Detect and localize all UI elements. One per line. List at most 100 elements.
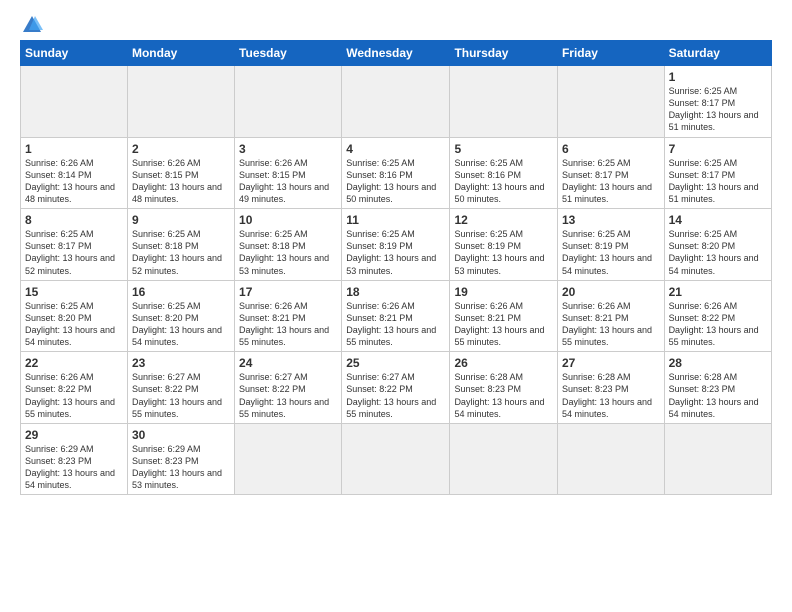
day-info: Sunrise: 6:25 AMSunset: 8:20 PMDaylight:…	[132, 300, 230, 349]
day-number: 10	[239, 213, 337, 227]
day-number: 6	[562, 142, 660, 156]
day-number: 29	[25, 428, 123, 442]
calendar-day-cell	[235, 423, 342, 495]
day-info: Sunrise: 6:26 AMSunset: 8:21 PMDaylight:…	[562, 300, 660, 349]
page: SundayMondayTuesdayWednesdayThursdayFrid…	[0, 0, 792, 612]
day-info: Sunrise: 6:26 AMSunset: 8:14 PMDaylight:…	[25, 157, 123, 206]
calendar-day-cell	[557, 66, 664, 138]
calendar-day-cell	[235, 66, 342, 138]
day-info: Sunrise: 6:28 AMSunset: 8:23 PMDaylight:…	[454, 371, 553, 420]
day-number: 20	[562, 285, 660, 299]
day-info: Sunrise: 6:27 AMSunset: 8:22 PMDaylight:…	[132, 371, 230, 420]
calendar-day-cell: 2Sunrise: 6:26 AMSunset: 8:15 PMDaylight…	[127, 137, 234, 209]
calendar-day-cell: 16Sunrise: 6:25 AMSunset: 8:20 PMDayligh…	[127, 280, 234, 352]
day-info: Sunrise: 6:25 AMSunset: 8:18 PMDaylight:…	[132, 228, 230, 277]
calendar-day-cell: 26Sunrise: 6:28 AMSunset: 8:23 PMDayligh…	[450, 352, 558, 424]
calendar-day-cell: 8Sunrise: 6:25 AMSunset: 8:17 PMDaylight…	[21, 209, 128, 281]
calendar-day-cell: 11Sunrise: 6:25 AMSunset: 8:19 PMDayligh…	[342, 209, 450, 281]
calendar-day-cell: 17Sunrise: 6:26 AMSunset: 8:21 PMDayligh…	[235, 280, 342, 352]
calendar-week-row: 29Sunrise: 6:29 AMSunset: 8:23 PMDayligh…	[21, 423, 772, 495]
day-info: Sunrise: 6:26 AMSunset: 8:22 PMDaylight:…	[25, 371, 123, 420]
calendar: SundayMondayTuesdayWednesdayThursdayFrid…	[20, 40, 772, 495]
day-info: Sunrise: 6:28 AMSunset: 8:23 PMDaylight:…	[562, 371, 660, 420]
calendar-day-cell	[450, 66, 558, 138]
calendar-header-saturday: Saturday	[664, 41, 771, 66]
calendar-day-cell: 15Sunrise: 6:25 AMSunset: 8:20 PMDayligh…	[21, 280, 128, 352]
calendar-day-cell	[342, 66, 450, 138]
day-info: Sunrise: 6:25 AMSunset: 8:16 PMDaylight:…	[454, 157, 553, 206]
day-number: 14	[669, 213, 767, 227]
day-info: Sunrise: 6:26 AMSunset: 8:21 PMDaylight:…	[346, 300, 445, 349]
day-info: Sunrise: 6:25 AMSunset: 8:18 PMDaylight:…	[239, 228, 337, 277]
logo	[20, 16, 43, 30]
calendar-day-cell: 21Sunrise: 6:26 AMSunset: 8:22 PMDayligh…	[664, 280, 771, 352]
day-info: Sunrise: 6:26 AMSunset: 8:15 PMDaylight:…	[132, 157, 230, 206]
calendar-day-cell: 27Sunrise: 6:28 AMSunset: 8:23 PMDayligh…	[557, 352, 664, 424]
day-number: 15	[25, 285, 123, 299]
calendar-header-sunday: Sunday	[21, 41, 128, 66]
day-number: 13	[562, 213, 660, 227]
day-number: 2	[132, 142, 230, 156]
day-info: Sunrise: 6:25 AMSunset: 8:19 PMDaylight:…	[346, 228, 445, 277]
day-info: Sunrise: 6:25 AMSunset: 8:17 PMDaylight:…	[562, 157, 660, 206]
calendar-header-tuesday: Tuesday	[235, 41, 342, 66]
day-number: 16	[132, 285, 230, 299]
day-info: Sunrise: 6:25 AMSunset: 8:19 PMDaylight:…	[562, 228, 660, 277]
calendar-day-cell	[450, 423, 558, 495]
calendar-day-cell: 24Sunrise: 6:27 AMSunset: 8:22 PMDayligh…	[235, 352, 342, 424]
day-number: 24	[239, 356, 337, 370]
calendar-day-cell: 28Sunrise: 6:28 AMSunset: 8:23 PMDayligh…	[664, 352, 771, 424]
day-number: 8	[25, 213, 123, 227]
calendar-day-cell	[664, 423, 771, 495]
day-info: Sunrise: 6:27 AMSunset: 8:22 PMDaylight:…	[239, 371, 337, 420]
day-info: Sunrise: 6:25 AMSunset: 8:17 PMDaylight:…	[25, 228, 123, 277]
calendar-day-cell: 1Sunrise: 6:26 AMSunset: 8:14 PMDaylight…	[21, 137, 128, 209]
calendar-day-cell: 5Sunrise: 6:25 AMSunset: 8:16 PMDaylight…	[450, 137, 558, 209]
calendar-day-cell	[342, 423, 450, 495]
day-info: Sunrise: 6:29 AMSunset: 8:23 PMDaylight:…	[25, 443, 123, 492]
day-info: Sunrise: 6:25 AMSunset: 8:17 PMDaylight:…	[669, 85, 767, 134]
calendar-header-row: SundayMondayTuesdayWednesdayThursdayFrid…	[21, 41, 772, 66]
day-info: Sunrise: 6:25 AMSunset: 8:17 PMDaylight:…	[669, 157, 767, 206]
day-info: Sunrise: 6:27 AMSunset: 8:22 PMDaylight:…	[346, 371, 445, 420]
calendar-day-cell: 23Sunrise: 6:27 AMSunset: 8:22 PMDayligh…	[127, 352, 234, 424]
calendar-week-row: 15 Sunrise: 6:25 AMSunset: 8:20 PMDayligh…	[21, 280, 772, 352]
day-number: 11	[346, 213, 445, 227]
calendar-week-row: 22Sunrise: 6:26 AMSunset: 8:22 PMDayligh…	[21, 352, 772, 424]
header	[20, 16, 772, 30]
day-info: Sunrise: 6:28 AMSunset: 8:23 PMDaylight:…	[669, 371, 767, 420]
calendar-day-cell: 1Sunrise: 6:25 AMSunset: 8:17 PMDaylight…	[664, 66, 771, 138]
day-info: Sunrise: 6:26 AMSunset: 8:15 PMDaylight:…	[239, 157, 337, 206]
day-number: 23	[132, 356, 230, 370]
day-number: 30	[132, 428, 230, 442]
calendar-day-cell	[21, 66, 128, 138]
day-info: Sunrise: 6:26 AMSunset: 8:21 PMDaylight:…	[239, 300, 337, 349]
calendar-day-cell: 7Sunrise: 6:25 AMSunset: 8:17 PMDaylight…	[664, 137, 771, 209]
day-number: 7	[669, 142, 767, 156]
calendar-day-cell: 18Sunrise: 6:26 AMSunset: 8:21 PMDayligh…	[342, 280, 450, 352]
day-number: 19	[454, 285, 553, 299]
calendar-day-cell: 9Sunrise: 6:25 AMSunset: 8:18 PMDaylight…	[127, 209, 234, 281]
calendar-week-row: 8Sunrise: 6:25 AMSunset: 8:17 PMDaylight…	[21, 209, 772, 281]
calendar-day-cell: 25Sunrise: 6:27 AMSunset: 8:22 PMDayligh…	[342, 352, 450, 424]
day-number: 22	[25, 356, 123, 370]
calendar-header-thursday: Thursday	[450, 41, 558, 66]
day-info: Sunrise: 6:25 AMSunset: 8:16 PMDaylight:…	[346, 157, 445, 206]
day-number: 4	[346, 142, 445, 156]
day-info: Sunrise: 6:25 AMSunset: 8:19 PMDaylight:…	[454, 228, 553, 277]
day-info: Sunrise: 6:26 AMSunset: 8:22 PMDaylight:…	[669, 300, 767, 349]
calendar-day-cell: 30Sunrise: 6:29 AMSunset: 8:23 PMDayligh…	[127, 423, 234, 495]
day-number: 25	[346, 356, 445, 370]
calendar-day-cell: 3Sunrise: 6:26 AMSunset: 8:15 PMDaylight…	[235, 137, 342, 209]
day-number: 9	[132, 213, 230, 227]
calendar-day-cell: 10Sunrise: 6:25 AMSunset: 8:18 PMDayligh…	[235, 209, 342, 281]
calendar-header-monday: Monday	[127, 41, 234, 66]
calendar-day-cell: 22Sunrise: 6:26 AMSunset: 8:22 PMDayligh…	[21, 352, 128, 424]
day-number: 1	[25, 142, 123, 156]
calendar-day-cell: 20Sunrise: 6:26 AMSunset: 8:21 PMDayligh…	[557, 280, 664, 352]
day-info: Sunrise: 6:25 AMSunset: 8:20 PMDaylight:…	[669, 228, 767, 277]
calendar-day-cell: 4Sunrise: 6:25 AMSunset: 8:16 PMDaylight…	[342, 137, 450, 209]
calendar-day-cell	[557, 423, 664, 495]
calendar-day-cell: 6Sunrise: 6:25 AMSunset: 8:17 PMDaylight…	[557, 137, 664, 209]
day-number: 5	[454, 142, 553, 156]
